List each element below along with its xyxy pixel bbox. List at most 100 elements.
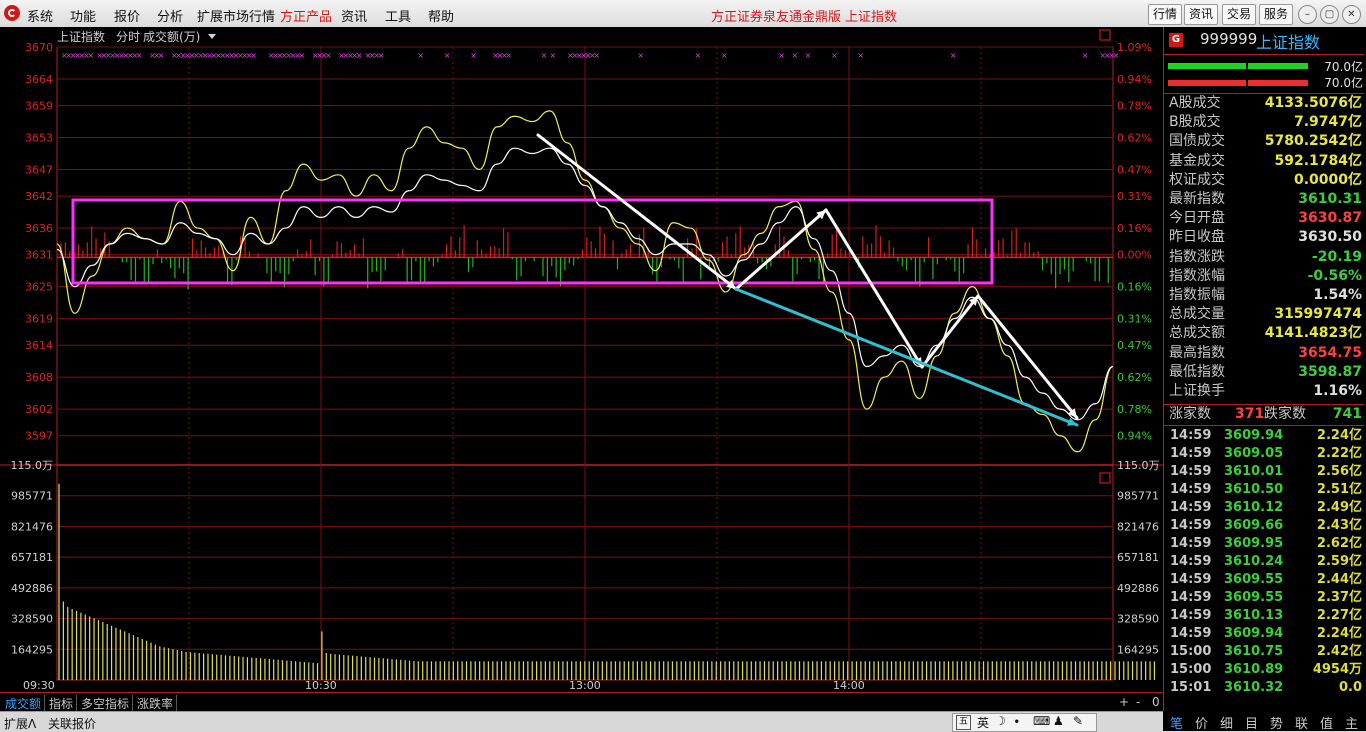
- stat-row: 基金成交 592.1784亿: [1164, 152, 1364, 171]
- tab-turnover[interactable]: 成交额: [2, 695, 46, 712]
- rtab-main[interactable]: 主: [1345, 713, 1358, 732]
- trade-button[interactable]: 交易: [1222, 4, 1257, 25]
- menu-analysis[interactable]: 分析: [157, 6, 183, 25]
- rtab-value[interactable]: 值: [1320, 713, 1333, 732]
- zoom-out-button[interactable]: -: [1136, 695, 1140, 709]
- price-tick-label: 3602: [25, 403, 53, 416]
- price-tick-label: 3664: [25, 73, 53, 86]
- stat-value: 4133.5076亿: [1264, 95, 1362, 111]
- tick-price: 3609.94: [1224, 428, 1284, 443]
- tick-price: 3610.01: [1224, 464, 1284, 479]
- stat-value: 3630.87: [1298, 210, 1362, 227]
- signal-mark-icon: ×: [378, 51, 385, 60]
- stat-label: A股成交: [1169, 95, 1221, 111]
- tick-row[interactable]: 14:59 3610.24 2.59亿: [1164, 553, 1364, 571]
- menu-news[interactable]: 资讯: [341, 6, 367, 25]
- stat-row: 国债成交 5780.2542亿: [1164, 132, 1364, 151]
- tick-row[interactable]: 14:59 3609.94 2.24亿: [1164, 625, 1364, 643]
- tick-row[interactable]: 14:59 3610.12 2.49亿: [1164, 499, 1364, 517]
- rtab-detail[interactable]: 细: [1220, 713, 1233, 732]
- menu-extended-market[interactable]: 扩展市场行情: [197, 6, 275, 25]
- rtab-list[interactable]: 目: [1245, 713, 1258, 732]
- stat-value: 7.9747亿: [1293, 114, 1362, 131]
- menu-quote[interactable]: 报价: [114, 6, 140, 25]
- buy-bar-1: [1168, 63, 1246, 69]
- menu-help[interactable]: 帮助: [428, 6, 454, 25]
- menu-founder-products[interactable]: 方正产品: [280, 6, 332, 25]
- chart-indicator-label[interactable]: 成交额(万): [143, 29, 200, 44]
- tick-row[interactable]: 15:00 3610.89 4954万: [1164, 661, 1364, 679]
- ime-keyboard-icon[interactable]: ⌨: [1033, 714, 1050, 728]
- volume-tick-label: 328590: [11, 613, 53, 626]
- zoom-reset-button[interactable]: 0: [1152, 695, 1160, 709]
- intraday-chart[interactable]: 3670 1.09% 3664 0.94% 3659 0.78% 3653 0.62% 3647…: [0, 27, 1163, 692]
- tick-row[interactable]: 14:59 3610.50 2.51亿: [1164, 481, 1364, 499]
- tab-indicator[interactable]: 指标: [46, 695, 78, 712]
- security-title: 上证指数: [845, 10, 898, 25]
- pct-tick-label: 1.09%: [1117, 41, 1152, 54]
- signal-mark-icon: ×: [417, 51, 424, 60]
- tick-price: 3610.12: [1224, 500, 1284, 515]
- ime-mode[interactable]: 英: [977, 714, 989, 731]
- quote-button[interactable]: 行情: [1148, 4, 1183, 25]
- chart-mode-label[interactable]: 分时: [116, 30, 140, 44]
- news-button[interactable]: 资讯: [1184, 4, 1219, 25]
- restore-icon[interactable]: ▢: [1320, 5, 1339, 24]
- rtab-trend[interactable]: 势: [1270, 713, 1283, 732]
- stat-row: 指数振幅 1.54%: [1164, 286, 1364, 305]
- bar-label-2: 70.0亿: [1324, 76, 1363, 90]
- tick-price: 3610.50: [1224, 482, 1284, 497]
- tick-row[interactable]: 14:59 3609.05 2.22亿: [1164, 445, 1364, 463]
- right-info-panel: G 999999 上证指数 70.0亿 70.0亿 A股成交 4133.5076亿…: [1163, 27, 1366, 711]
- stat-row: 昨日收盘 3630.50: [1164, 228, 1364, 247]
- stat-label: 最高指数: [1169, 344, 1225, 361]
- rtab-price[interactable]: 价: [1195, 713, 1208, 732]
- service-button[interactable]: 服务: [1259, 4, 1294, 25]
- stat-value: 0.0000亿: [1293, 171, 1362, 188]
- rtab-trades[interactable]: 笔: [1170, 713, 1183, 732]
- tick-row[interactable]: 15:01 3610.32 0.0: [1164, 679, 1364, 697]
- tick-row[interactable]: 14:59 3609.66 2.43亿: [1164, 517, 1364, 535]
- signal-mark-icon: ×: [778, 51, 785, 60]
- signal-mark-icon: ×: [831, 51, 838, 60]
- status-related-quote-button[interactable]: 关联报价: [48, 715, 96, 732]
- tick-row[interactable]: 14:59 3609.94 2.24亿: [1164, 427, 1364, 445]
- tick-time: 14:59: [1170, 590, 1212, 605]
- ime-punct-icon[interactable]: ∙: [1013, 714, 1021, 728]
- tick-row[interactable]: 14:59 3609.95 2.62亿: [1164, 535, 1364, 553]
- pct-tick-label: 0.62%: [1117, 132, 1152, 145]
- buy-bar-2: [1248, 63, 1308, 69]
- signal-mark-icon: ×: [87, 51, 94, 60]
- signal-mark-icon: ×: [136, 51, 143, 60]
- stat-row: 指数涨幅 -0.56%: [1164, 267, 1364, 286]
- close-icon[interactable]: ✕: [1342, 5, 1361, 24]
- volume-tick-label-right: 115.0万: [1117, 459, 1160, 472]
- tick-row[interactable]: 14:59 3610.01 2.56亿: [1164, 463, 1364, 481]
- tick-time: 15:01: [1170, 680, 1212, 695]
- tick-row[interactable]: 14:59 3609.55 2.37亿: [1164, 589, 1364, 607]
- ime-settings-icon[interactable]: ✎: [1073, 714, 1083, 728]
- signal-mark-icon: ×: [470, 51, 477, 60]
- tick-price: 3610.13: [1224, 608, 1284, 623]
- minimize-icon[interactable]: –: [1298, 5, 1317, 24]
- indicator-tabs: 成交额 指标 多空指标 涨跌率 + - 0: [0, 692, 1163, 712]
- ime-user-icon[interactable]: ♟: [1053, 714, 1064, 728]
- menu-system[interactable]: 系统: [27, 6, 53, 25]
- tab-advance-decline[interactable]: 涨跌率: [134, 695, 178, 712]
- rtab-link[interactable]: 联: [1295, 713, 1308, 732]
- tab-long-short[interactable]: 多空指标: [78, 695, 134, 712]
- tick-row[interactable]: 15:00 3610.75 2.42亿: [1164, 643, 1364, 661]
- signal-mark-icon: ×: [250, 51, 257, 60]
- tick-row[interactable]: 14:59 3610.13 2.27亿: [1164, 607, 1364, 625]
- status-extended-button[interactable]: 扩展Λ: [4, 715, 36, 732]
- menu-tools[interactable]: 工具: [385, 6, 411, 25]
- menu-function[interactable]: 功能: [70, 6, 96, 25]
- tick-price: 3610.24: [1224, 554, 1284, 569]
- zoom-in-button[interactable]: +: [1119, 695, 1129, 709]
- tick-row[interactable]: 14:59 3609.55 2.44亿: [1164, 571, 1364, 589]
- stat-value: 315997474: [1274, 306, 1362, 323]
- ime-logo-icon[interactable]: 五: [956, 715, 971, 730]
- stat-value: 3630.50: [1298, 229, 1362, 246]
- ime-toolbar[interactable]: 五 英 ☽ ∙ ⌨ ♟ ✎: [952, 713, 1097, 732]
- ime-moon-icon[interactable]: ☽: [995, 714, 1006, 728]
